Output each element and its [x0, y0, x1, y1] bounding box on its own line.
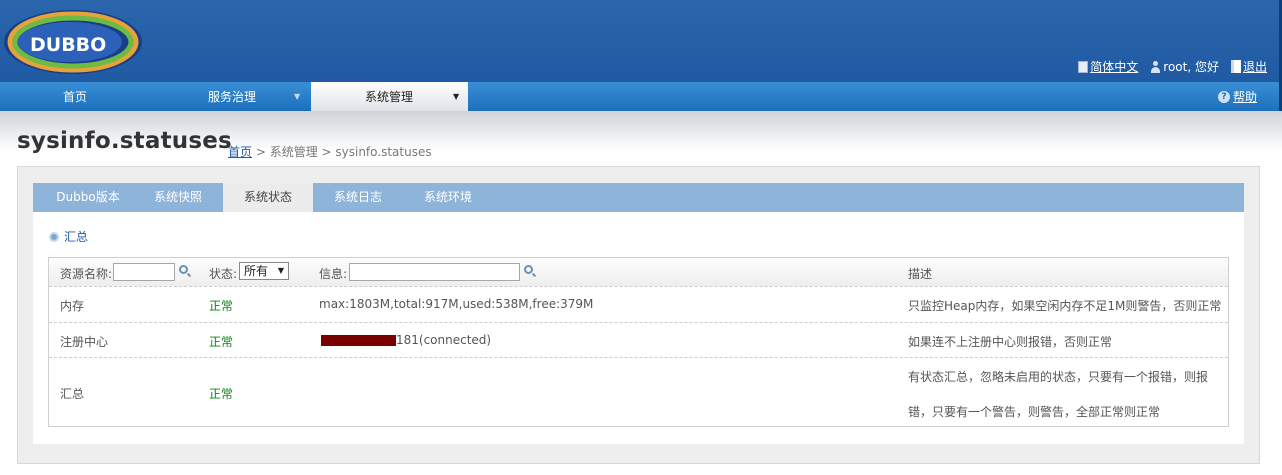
- help-icon: ?: [1217, 90, 1230, 103]
- summary-link[interactable]: 汇总: [49, 228, 88, 245]
- status-value: 正常: [209, 387, 234, 401]
- search-icon[interactable]: [179, 265, 188, 274]
- language-link[interactable]: 简体中文: [1078, 58, 1138, 75]
- description-value: 只监控Heap内存，如果空闲内存不足1M则警告，否则正常: [908, 299, 1222, 313]
- resource-name: 内存: [60, 299, 85, 313]
- description-header: 描述: [908, 267, 933, 281]
- page-title: sysinfo.statuses: [17, 128, 232, 154]
- user-icon: [1150, 60, 1161, 73]
- description-value-line1: 有状态汇总，忽略未启用的状态，只要有一个报错，则报: [908, 370, 1209, 384]
- description-value-line2: 错，只要有一个警告，则警告，全部正常则正常: [908, 405, 1161, 419]
- breadcrumb-home-link[interactable]: 首页: [228, 145, 252, 159]
- search-icon[interactable]: [524, 265, 533, 274]
- dubbo-logo[interactable]: DUBBO: [2, 6, 144, 76]
- document-icon: [1078, 60, 1089, 73]
- chevron-down-icon: ▼: [277, 266, 284, 275]
- table-row: 注册中心 正常 181(connected) 如果连不上注册中心则报错，否则正常: [49, 323, 1228, 358]
- tab-system-log[interactable]: 系统日志: [313, 183, 403, 212]
- chevron-down-icon: ▼: [453, 92, 460, 101]
- help-link[interactable]: ? 帮助: [1217, 82, 1257, 111]
- info-filter-label: 信息:: [319, 267, 348, 281]
- resource-name-input[interactable]: [113, 263, 175, 281]
- tab-system-snapshot[interactable]: 系统快照: [133, 183, 223, 212]
- tab-system-status[interactable]: 系统状态: [223, 183, 313, 212]
- gear-icon: [49, 231, 59, 242]
- table-row: 汇总 正常 有状态汇总，忽略未启用的状态，只要有一个报错，则报 错，只要有一个警…: [49, 358, 1228, 426]
- info-value: 181(connected): [321, 333, 491, 347]
- resource-name: 汇总: [60, 387, 85, 401]
- status-value: 正常: [209, 299, 234, 313]
- main-nav: 首页 服务治理 ▼ 系统管理 ▼ ? 帮助: [0, 82, 1282, 111]
- logout-icon: [1230, 60, 1241, 73]
- nav-item-system-management[interactable]: 系统管理 ▼: [365, 82, 463, 111]
- svg-text:DUBBO: DUBBO: [30, 34, 106, 56]
- table-row: 内存 正常 max:1803M,total:917M,used:538M,fre…: [49, 287, 1228, 323]
- tab-dubbo-version[interactable]: Dubbo版本: [33, 183, 143, 212]
- user-greeting: root, 您好: [1150, 58, 1219, 75]
- logout-link[interactable]: 退出: [1230, 58, 1267, 75]
- nav-item-service-governance[interactable]: 服务治理 ▼: [208, 82, 303, 111]
- status-table: 资源名称: 状态: 所有 ▼ 信息: 描述 内存 正常 max:1803M,tot…: [48, 257, 1229, 427]
- chevron-down-icon: ▼: [294, 92, 301, 101]
- tab-system-environment[interactable]: 系统环境: [403, 183, 493, 212]
- description-value: 如果连不上注册中心则报错，否则正常: [908, 335, 1113, 349]
- status-filter-select[interactable]: 所有 ▼: [239, 262, 289, 280]
- status-filter-label: 状态:: [209, 267, 238, 281]
- nav-item-home[interactable]: 首页: [63, 82, 87, 111]
- app-header: DUBBO 简体中文 root, 您好 退出: [0, 0, 1282, 82]
- breadcrumb: 首页 > 系统管理 > sysinfo.statuses: [228, 145, 432, 159]
- resource-name-label: 资源名称:: [60, 267, 113, 281]
- status-value: 正常: [209, 335, 234, 349]
- redaction-block: [321, 335, 396, 346]
- info-input[interactable]: [349, 263, 520, 281]
- resource-name: 注册中心: [60, 335, 109, 349]
- info-value: max:1803M,total:917M,used:538M,free:379M: [319, 297, 594, 311]
- tab-bar: Dubbo版本 系统快照 系统状态 系统日志 系统环境: [33, 183, 1244, 212]
- table-filter-row: 资源名称: 状态: 所有 ▼ 信息: 描述: [49, 258, 1228, 287]
